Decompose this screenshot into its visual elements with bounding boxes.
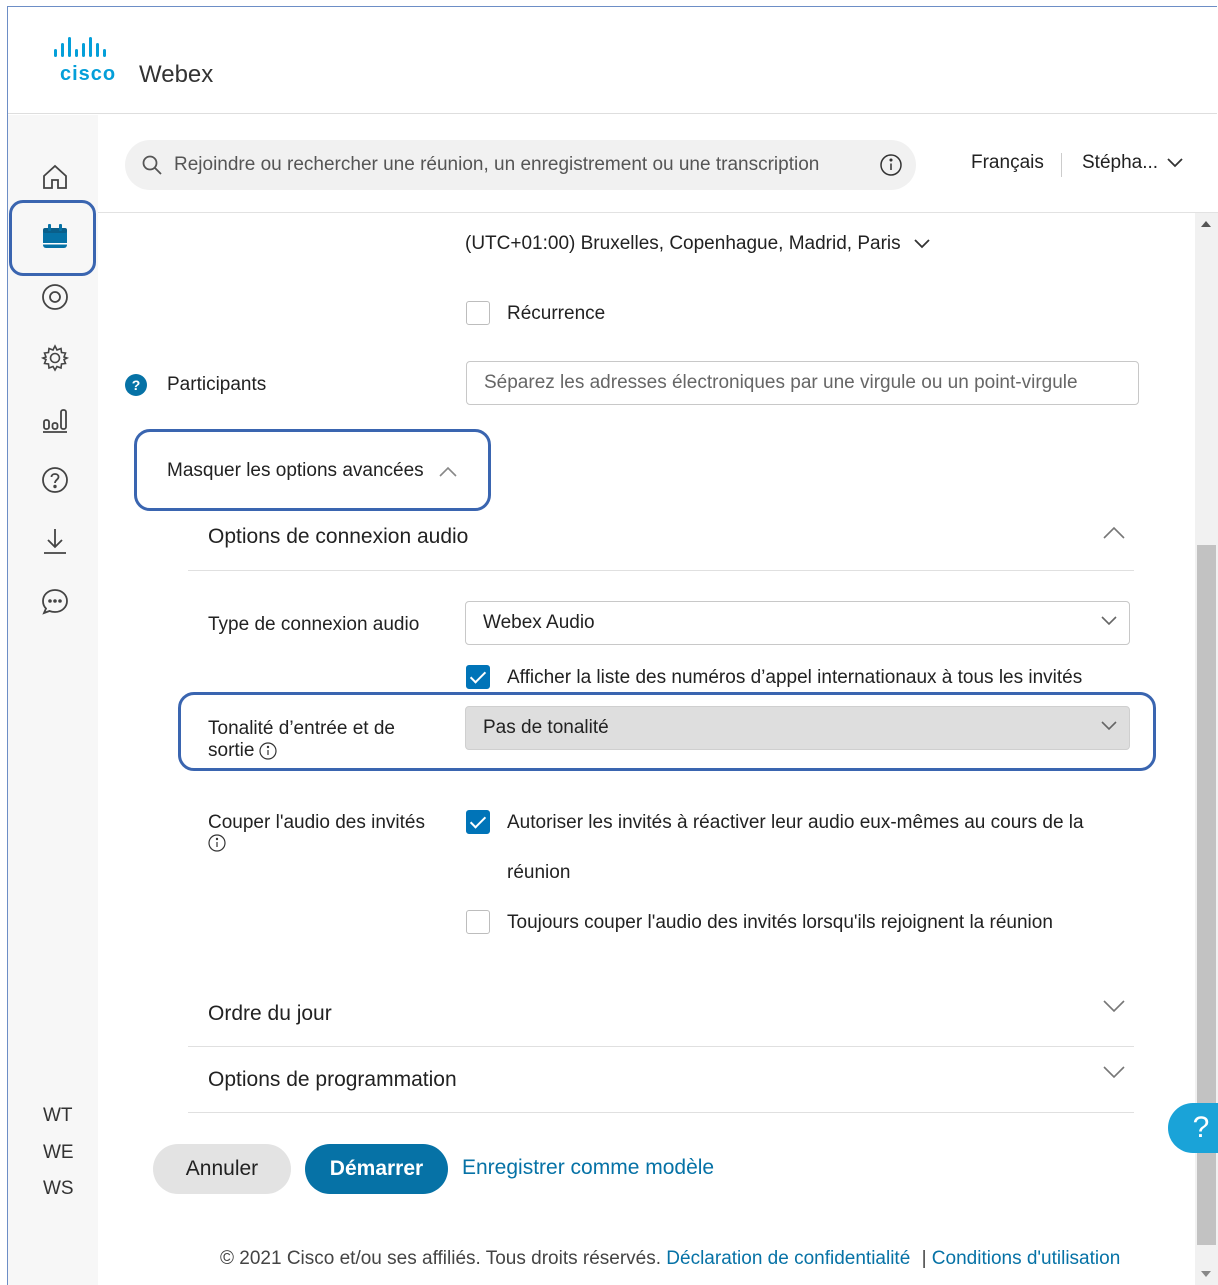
recurrence-label: Récurrence (507, 303, 606, 324)
chevron-down-icon (914, 239, 930, 249)
svg-text:?: ? (132, 377, 141, 393)
show-intl-numbers-label: Afficher la liste des numéros d’appel in… (507, 667, 1083, 688)
privacy-link[interactable]: Déclaration de confidentialité (666, 1248, 910, 1269)
tone-label: Tonalité d’entrée et de sortie (208, 718, 395, 762)
tone-value: Pas de tonalité (483, 717, 609, 738)
scheduling-section-title[interactable]: Options de programmation (208, 1068, 457, 1092)
header-divider (1061, 153, 1062, 177)
advanced-options-toggle[interactable]: Masquer les options avancées (167, 460, 458, 482)
calendar-icon[interactable] (38, 220, 72, 254)
cancel-button[interactable]: Annuler (153, 1144, 291, 1194)
cisco-webex-logo: cisco Webex (52, 37, 213, 88)
cisco-bars-icon (54, 37, 106, 57)
chevron-down-icon[interactable] (1103, 1066, 1125, 1080)
tone-select[interactable]: Pas de tonalité (465, 706, 1130, 750)
scroll-down-arrow[interactable] (1201, 1271, 1211, 1277)
info-icon[interactable] (259, 742, 278, 760)
recordings-icon[interactable] (38, 280, 72, 314)
tone-label-line1: Tonalité d’entrée et de (208, 718, 395, 739)
left-nav: WT WE WS (8, 115, 98, 1285)
help-fab-button[interactable]: ? (1168, 1103, 1218, 1153)
info-icon[interactable] (879, 153, 903, 177)
chat-icon[interactable] (38, 585, 72, 619)
section-divider (188, 570, 1134, 571)
allow-unmute-line1: Autoriser les invités à réactiver leur a… (507, 812, 1084, 833)
participants-placeholder: Séparez les adresses électroniques par u… (484, 372, 1078, 393)
timezone-value: (UTC+01:00) Bruxelles, Copenhague, Madri… (465, 233, 901, 254)
footer-separator: | (921, 1248, 927, 1269)
home-icon[interactable] (38, 160, 72, 194)
audio-type-label: Type de connexion audio (208, 614, 420, 635)
space-initials-we[interactable]: WE (43, 1142, 74, 1164)
space-initials-ws[interactable]: WS (43, 1178, 74, 1200)
tone-label-line2: sortie (208, 740, 255, 761)
participants-input[interactable]: Séparez les adresses électroniques par u… (466, 361, 1139, 405)
allow-unmute-checkbox[interactable] (466, 810, 490, 834)
gear-icon[interactable] (38, 341, 72, 375)
user-name: Stépha... (1082, 152, 1159, 173)
always-mute-checkbox[interactable] (466, 910, 490, 934)
insights-icon[interactable] (38, 402, 72, 436)
cisco-wordmark: cisco (60, 63, 117, 85)
audio-type-value: Webex Audio (483, 612, 595, 633)
search-bar[interactable]: Rejoindre ou rechercher une réunion, un … (125, 140, 916, 190)
copyright: © 2021 Cisco et/ou ses affiliés. Tous dr… (220, 1248, 662, 1269)
allow-unmute-line2: réunion (507, 862, 571, 883)
language-selector[interactable]: Français (971, 152, 1044, 174)
scroll-up-arrow[interactable] (1201, 221, 1211, 227)
search-icon (142, 155, 162, 175)
chevron-down-icon (1101, 721, 1117, 731)
always-mute-label: Toujours couper l'audio des invités lors… (507, 912, 1053, 933)
section-divider (188, 1112, 1134, 1113)
save-template-link[interactable]: Enregistrer comme modèle (462, 1156, 714, 1180)
help-icon[interactable] (38, 463, 72, 497)
recurrence-checkbox[interactable] (466, 301, 490, 325)
chevron-down-icon (1101, 616, 1117, 626)
participants-label: Participants (167, 374, 267, 395)
start-button[interactable]: Démarrer (305, 1144, 448, 1194)
advanced-toggle-label: Masquer les options avancées (167, 460, 424, 481)
chevron-up-icon[interactable] (1103, 525, 1125, 539)
main-content: Rejoindre ou rechercher une réunion, un … (98, 115, 1218, 1285)
audio-type-select[interactable]: Webex Audio (465, 601, 1130, 645)
show-intl-numbers-checkbox[interactable] (466, 665, 490, 689)
mute-guests-label: Couper l'audio des invités (208, 812, 425, 858)
info-icon[interactable] (208, 834, 226, 852)
footer: © 2021 Cisco et/ou ses affiliés. Tous dr… (220, 1248, 1120, 1270)
agenda-section-title[interactable]: Ordre du jour (208, 1002, 332, 1026)
space-initials-wt[interactable]: WT (43, 1105, 73, 1127)
download-icon[interactable] (38, 524, 72, 558)
product-name: Webex (139, 61, 214, 88)
user-menu[interactable]: Stépha... (1082, 152, 1184, 174)
terms-link[interactable]: Conditions d'utilisation (932, 1248, 1120, 1269)
top-bar: Rejoindre ou rechercher une réunion, un … (98, 115, 1218, 213)
section-divider (188, 1046, 1134, 1047)
search-input[interactable]: Rejoindre ou rechercher une réunion, un … (174, 154, 879, 176)
help-circle-icon[interactable]: ? (125, 374, 147, 396)
audio-section-title[interactable]: Options de connexion audio (208, 525, 468, 549)
chevron-up-icon (439, 466, 457, 477)
chevron-down-icon[interactable] (1103, 1000, 1125, 1014)
chevron-down-icon (1167, 158, 1183, 168)
timezone-selector[interactable]: (UTC+01:00) Bruxelles, Copenhague, Madri… (465, 233, 931, 255)
app-header: cisco Webex (8, 7, 1217, 114)
mute-guests-text: Couper l'audio des invités (208, 812, 425, 833)
